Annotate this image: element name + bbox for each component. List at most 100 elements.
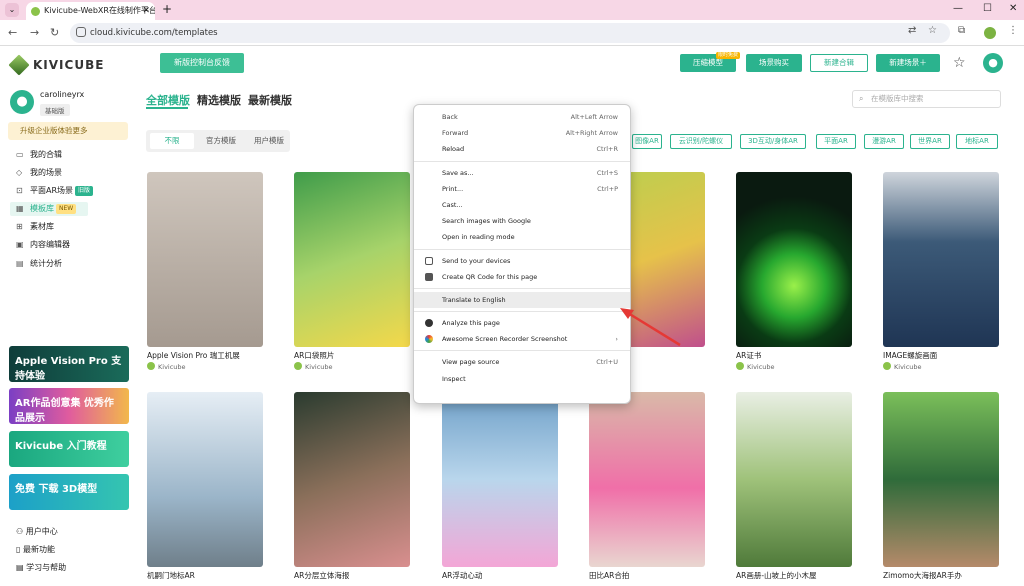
template-thumbnail[interactable] <box>147 392 263 567</box>
bookmark-star-icon[interactable]: ☆ <box>928 25 937 36</box>
menu-create-qr[interactable]: Create QR Code for this page <box>414 269 630 285</box>
banner-showcase[interactable]: AR作品创意集 优秀作品展示 <box>9 388 129 424</box>
template-card[interactable]: 田比AR合拍 <box>589 392 705 581</box>
avatar[interactable]: ● <box>10 90 34 114</box>
ar-icon: ⊡ <box>16 186 23 195</box>
tab-search-icon[interactable]: ⌄ <box>5 3 19 17</box>
user-avatar-icon[interactable]: ● <box>983 53 1003 73</box>
template-search-input[interactable]: ⌕ 在模版库中搜索 <box>852 90 1001 108</box>
menu-back[interactable]: Back Alt+Left Arrow <box>414 109 630 125</box>
template-card[interactable]: 机嗣门地标AR <box>147 392 263 581</box>
menu-reload[interactable]: Reload Ctrl+R <box>414 141 630 157</box>
banner-free-3d[interactable]: 免费 下载 3D模型 <box>9 474 129 510</box>
filter-image-ar[interactable]: 图像AR <box>632 134 662 149</box>
menu-inspect[interactable]: Inspect <box>414 371 630 387</box>
sidebar-item-materials[interactable]: ⊞ 素材库 <box>16 220 54 234</box>
favorites-star-icon[interactable]: ☆ <box>953 55 966 71</box>
template-card[interactable]: AR画册-山坡上的小木屋 <box>736 392 852 581</box>
sidebar-item-plane-ar[interactable]: ⊡ 平面AR场景 旧版 <box>16 184 94 198</box>
tab-featured[interactable]: 精选模版 <box>197 92 241 108</box>
menu-analyze-page[interactable]: Analyze this page <box>414 315 630 331</box>
menu-save-as[interactable]: Save as... Ctrl+S <box>414 165 630 181</box>
sidebar-item-stats[interactable]: ▤ 统计分析 <box>16 257 62 271</box>
template-thumbnail[interactable] <box>294 172 410 347</box>
url-field[interactable]: cloud.kivicube.com/templates <box>70 23 950 43</box>
menu-forward[interactable]: Forward Alt+Right Arrow <box>414 125 630 141</box>
translate-icon[interactable]: ⇄ <box>908 25 916 36</box>
feedback-button[interactable]: 新版控制台反馈 <box>160 53 244 73</box>
menu-search-images[interactable]: Search images with Google <box>414 213 630 229</box>
new-tab-icon[interactable]: + <box>162 2 172 16</box>
template-thumbnail[interactable] <box>294 392 410 567</box>
menu-view-source[interactable]: View page source Ctrl+U <box>414 354 630 370</box>
profile-avatar[interactable] <box>984 27 996 39</box>
forward-icon[interactable]: → <box>30 26 39 39</box>
template-card[interactable]: AR口袋照片 Kivicube <box>294 172 410 372</box>
minimize-icon[interactable]: — <box>953 2 963 16</box>
sidebar-item-scenes[interactable]: ◇ 我的场景 <box>16 166 62 180</box>
segment-user[interactable]: 用户模版 <box>246 133 292 149</box>
filter-plane-ar[interactable]: 平面AR <box>816 134 856 149</box>
kivicube-logo[interactable]: KIVICUBE <box>8 54 104 76</box>
tab-latest[interactable]: 最新模版 <box>248 92 292 108</box>
template-thumbnail[interactable] <box>147 172 263 347</box>
segment-any[interactable]: 不限 <box>150 133 194 149</box>
sidebar: ● carolineyrx 基础版 升级企业版体验更多 ▭ 我的合辑 ◇ 我的场景 … <box>0 82 140 586</box>
filter-landmark-ar[interactable]: 地标AR <box>956 134 998 149</box>
extensions-icon[interactable]: ⧉ <box>958 25 965 36</box>
book-icon: ▤ <box>16 563 27 572</box>
template-thumbnail[interactable] <box>736 172 852 347</box>
browser-tab[interactable]: Kivicube-WebXR在线制作平台 ✕ <box>26 2 155 20</box>
filter-roam-ar[interactable]: 漫游AR <box>864 134 904 149</box>
template-card[interactable]: AR分层立体海报 <box>294 392 410 581</box>
template-card[interactable]: AR浮动心动 <box>442 392 558 581</box>
filter-3d-body[interactable]: 3D互动/身体AR <box>740 134 806 149</box>
sidebar-item-templates[interactable]: ▦ 模板库 NEW <box>10 202 88 216</box>
upgrade-button[interactable]: 升级企业版体验更多 <box>8 122 128 140</box>
new-collection-button[interactable]: 新建合辑 <box>810 54 868 72</box>
sidebar-item-collections[interactable]: ▭ 我的合辑 <box>16 148 62 162</box>
back-icon[interactable]: ← <box>8 26 17 39</box>
template-card[interactable]: Zimomo大海报AR手办 <box>883 392 999 581</box>
menu-reading-mode[interactable]: Open in reading mode <box>414 229 630 245</box>
menu-icon[interactable]: ⋮ <box>1008 25 1018 36</box>
menu-screen-recorder[interactable]: Awesome Screen Recorder Screenshot › <box>414 331 630 347</box>
template-thumbnail[interactable] <box>883 392 999 567</box>
menu-translate[interactable]: Translate to English <box>414 291 630 309</box>
maximize-icon[interactable]: ☐ <box>983 2 992 16</box>
source-filter: 不限 官方模版 用户模版 <box>146 130 290 152</box>
app-header: KIVICUBE 新版控制台反馈 压缩模型 限时免费 场景购买 新建合辑 新建场… <box>0 46 1024 82</box>
close-tab-icon[interactable]: ✕ <box>142 2 150 20</box>
template-thumbnail[interactable] <box>883 172 999 347</box>
sidebar-item-editor[interactable]: ▣ 内容编辑器 <box>16 238 70 252</box>
menu-send-to-devices[interactable]: Send to your devices <box>414 253 630 269</box>
buy-scene-button[interactable]: 场景购买 <box>746 54 802 72</box>
template-thumbnail[interactable] <box>589 392 705 567</box>
new-scene-button[interactable]: 新建场景＋ <box>876 54 940 72</box>
latest-features-link[interactable]: ▯ 最新功能 <box>16 544 55 556</box>
site-info-icon[interactable] <box>76 27 86 37</box>
template-icon: ▦ <box>16 204 24 213</box>
active-tab-indicator <box>146 107 188 109</box>
filter-cloud-gyro[interactable]: 云识别/陀螺仪 <box>670 134 732 149</box>
user-center-link[interactable]: ⚇ 用户中心 <box>16 526 58 538</box>
banner-tutorial[interactable]: Kivicube 入门教程 <box>9 431 129 467</box>
template-card[interactable]: IMAGE螺旋画面 Kivicube <box>883 172 999 372</box>
segment-official[interactable]: 官方模版 <box>198 133 244 149</box>
template-card[interactable]: Apple Vision Pro 瑞工机展 Kivicube <box>147 172 263 372</box>
help-link[interactable]: ▤ 学习与帮助 <box>16 562 66 574</box>
menu-cast[interactable]: Cast... <box>414 197 630 213</box>
template-thumbnail[interactable] <box>736 392 852 567</box>
reload-icon[interactable]: ↻ <box>50 26 59 39</box>
new-tag: NEW <box>56 204 77 214</box>
banner-vision-pro[interactable]: Apple Vision Pro 支持体验 <box>9 346 129 382</box>
tab-all-templates[interactable]: 全部模版 <box>146 92 190 108</box>
template-card[interactable]: AR证书 Kivicube <box>736 172 852 372</box>
recorder-icon <box>425 335 433 344</box>
template-thumbnail[interactable] <box>442 392 558 567</box>
menu-print[interactable]: Print... Ctrl+P <box>414 181 630 197</box>
menu-separator <box>414 160 630 162</box>
analyze-icon <box>425 319 433 328</box>
filter-world-ar[interactable]: 世界AR <box>910 134 950 149</box>
close-window-icon[interactable]: ✕ <box>1009 2 1017 16</box>
